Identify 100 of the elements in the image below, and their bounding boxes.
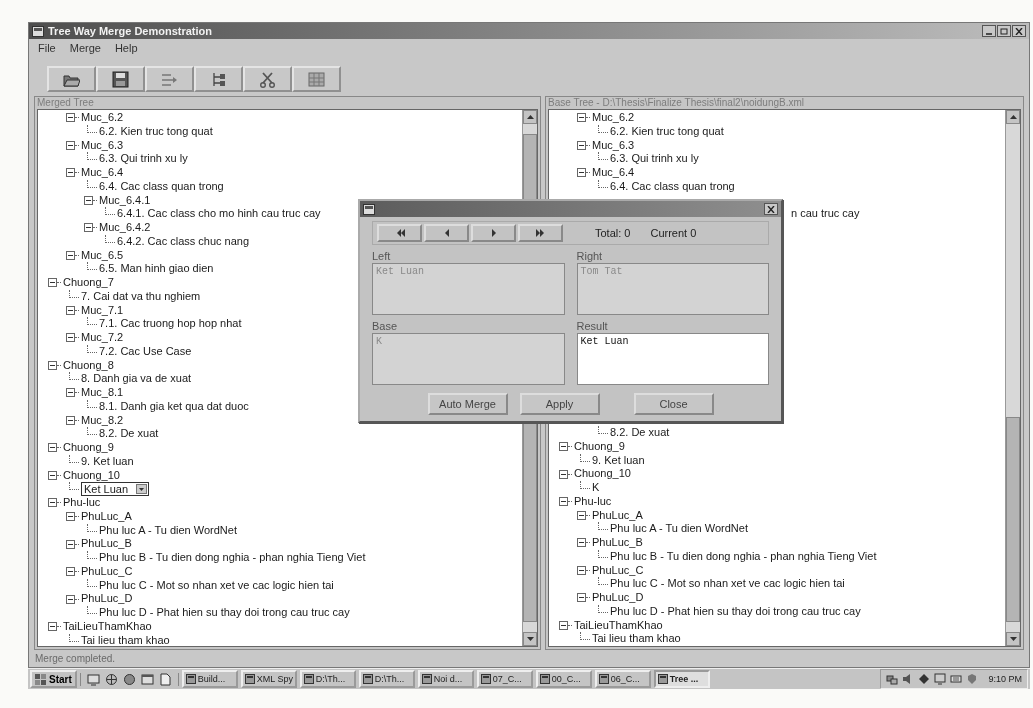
taskbar-button[interactable]: Tree ... <box>653 670 710 688</box>
cut-button[interactable] <box>243 66 292 92</box>
tree-node-label[interactable]: 6.4.1. Cac class cho mo hinh cau truc cay <box>117 207 321 221</box>
tree-node-label[interactable]: Chuong_10 <box>574 467 631 481</box>
app-icon[interactable] <box>362 674 373 684</box>
tree-node-label[interactable]: PhuLuc_C <box>592 563 644 578</box>
tree-node-label[interactable]: Tai lieu tham khao <box>81 633 170 646</box>
taskbar-button[interactable]: 07_C... <box>476 670 533 688</box>
save-button[interactable] <box>96 66 145 92</box>
tree-node-label[interactable]: Phu luc D - Phat hien su thay doi trong cau truc cay <box>99 606 350 620</box>
app-icon[interactable] <box>657 674 668 684</box>
collapse-icon[interactable] <box>577 538 586 548</box>
up-arrow-icon[interactable] <box>526 115 534 119</box>
collapse-icon[interactable] <box>577 593 586 603</box>
tree-node-label[interactable]: 7.2. Cac Use Case <box>99 344 192 359</box>
tree-node-label[interactable]: 6.4.2. Cac class chuc nang <box>117 234 250 249</box>
down-arrow-icon[interactable] <box>526 637 534 641</box>
tree-node-label[interactable]: Muc_6.2 <box>81 111 124 125</box>
tree-node-label[interactable]: PhuLuc_B <box>81 537 132 551</box>
tree-node-label[interactable]: Phu luc B - Tu dien dong nghia - phan nghia Tieng Viet <box>610 549 877 564</box>
menu-item[interactable]: Help <box>114 41 138 54</box>
taskbar-button[interactable]: D:\Th... <box>299 670 356 688</box>
scroll-down-button[interactable] <box>523 632 537 646</box>
tree-node-label[interactable]: Muc_6.4.1 <box>99 193 151 208</box>
tree-node-label[interactable]: Muc_6.3 <box>592 138 635 153</box>
taskbar-button[interactable]: Build... <box>181 670 238 688</box>
app-icon[interactable] <box>539 674 550 684</box>
tree-node-label[interactable]: 8. Danh gia va de xuat <box>81 372 192 386</box>
collapse-icon[interactable] <box>559 497 568 507</box>
collapse-icon[interactable] <box>48 622 57 632</box>
document-icon[interactable] <box>158 672 172 686</box>
tree-node-label[interactable]: 8.2. De xuat <box>610 426 670 440</box>
collapse-icon[interactable] <box>48 470 57 480</box>
start-button[interactable]: Start <box>30 670 77 688</box>
scroll-thumb[interactable] <box>1006 417 1020 622</box>
collapse-icon[interactable] <box>66 140 75 150</box>
first-button[interactable] <box>377 224 422 242</box>
collapse-icon[interactable] <box>66 539 75 549</box>
taskbar-button[interactable]: 00_C... <box>535 670 592 688</box>
scroll-up-button[interactable] <box>523 110 537 124</box>
collapse-icon[interactable] <box>559 442 568 452</box>
tree-node-label[interactable]: Tai lieu tham khao <box>592 632 681 646</box>
tree-button[interactable] <box>194 66 243 92</box>
tree-node-label[interactable]: Muc_6.4.2 <box>99 221 151 235</box>
collapse-icon[interactable] <box>66 594 75 604</box>
tree-node-label[interactable]: 6.2. Kien truc tong quat <box>610 124 724 139</box>
collapse-icon[interactable] <box>66 415 75 425</box>
tree-node-label[interactable]: 6.3. Qui trinh xu ly <box>610 152 699 166</box>
last-button[interactable] <box>518 224 563 242</box>
collapse-icon[interactable] <box>577 140 586 150</box>
tree-node-label[interactable]: TaiLieuThamKhao <box>574 618 663 633</box>
collapse-icon[interactable] <box>559 620 568 630</box>
tree-node-label[interactable]: 9. Ket luan <box>81 454 134 469</box>
desktop-icon[interactable] <box>86 672 100 686</box>
menu-item[interactable]: File <box>38 41 56 54</box>
tree-node-label[interactable]: TaiLieuThamKhao <box>63 619 152 634</box>
tree-node-label[interactable]: 6.3. Qui trinh xu ly <box>99 152 188 166</box>
up-arrow-icon[interactable] <box>1009 115 1017 119</box>
dialog-button[interactable]: Apply <box>519 393 600 415</box>
tree-node-label[interactable]: Muc_6.4 <box>81 166 124 180</box>
tree-node-label[interactable]: PhuLuc_B <box>592 536 643 550</box>
taskbar-button[interactable]: 06_C... <box>594 670 651 688</box>
grid-button[interactable] <box>292 66 341 92</box>
circle-icon[interactable] <box>122 672 136 686</box>
tree-node-label[interactable]: Chuong_10 <box>63 468 120 483</box>
double-right-arrow-icon[interactable] <box>534 229 547 237</box>
keyboard-icon[interactable] <box>950 673 963 685</box>
tree-node-label[interactable]: Muc_7.1 <box>81 303 124 318</box>
tree-node-label[interactable]: Muc_6.2 <box>592 111 635 125</box>
tree-node-label[interactable]: Phu-luc <box>574 494 612 509</box>
tree-node-label[interactable]: Phu luc A - Tu dien WordNet <box>610 522 748 536</box>
tree-node-label[interactable]: Phu luc B - Tu dien dong nghia - phan nghia Tieng Viet <box>99 551 366 565</box>
tree-node-label[interactable]: PhuLuc_C <box>81 564 133 579</box>
shield-icon[interactable] <box>966 673 979 685</box>
taskbar-button[interactable]: Noi d... <box>417 670 474 688</box>
app-icon[interactable] <box>244 674 255 684</box>
collapse-icon[interactable] <box>66 113 75 123</box>
collapse-icon[interactable] <box>66 388 75 398</box>
caret-icon[interactable] <box>136 484 148 495</box>
taskbar-button[interactable]: D:\Th... <box>358 670 415 688</box>
window-icon[interactable] <box>140 672 154 686</box>
tree-node-label[interactable]: K <box>592 481 600 495</box>
tree-node-label[interactable]: 7.1. Cac truong hop hop nhat <box>99 317 242 331</box>
dialog-button[interactable]: Auto Merge <box>427 393 508 415</box>
collapse-icon[interactable] <box>48 360 57 370</box>
tree-node-label[interactable]: 7. Cai dat va thu nghiem <box>81 289 201 304</box>
scissors-icon[interactable] <box>259 70 276 88</box>
app-icon[interactable] <box>480 674 491 684</box>
tree-node-label[interactable]: n cau truc cay <box>791 207 860 221</box>
tree-node-label[interactable]: PhuLuc_D <box>592 591 644 605</box>
taskbar-button[interactable]: XML Spy <box>240 670 297 688</box>
collapse-icon[interactable] <box>84 195 93 205</box>
tree-node-label[interactable]: 8.2. De xuat <box>99 427 159 441</box>
tree-node-label[interactable]: 6.2. Kien truc tong quat <box>99 124 213 139</box>
tree-node-label[interactable]: Chuong_9 <box>63 441 114 455</box>
tree-node-label[interactable]: 9. Ket luan <box>592 453 645 468</box>
node-editor-field[interactable]: Ket Luan <box>81 482 150 497</box>
tree-node-label[interactable]: 6.4. Cac class quan trong <box>610 179 735 194</box>
tree-node-label[interactable]: Chuong_8 <box>63 358 114 373</box>
tree-node-label[interactable]: Phu luc C - Mot so nhan xet ve cac logic hien tai <box>610 577 845 591</box>
